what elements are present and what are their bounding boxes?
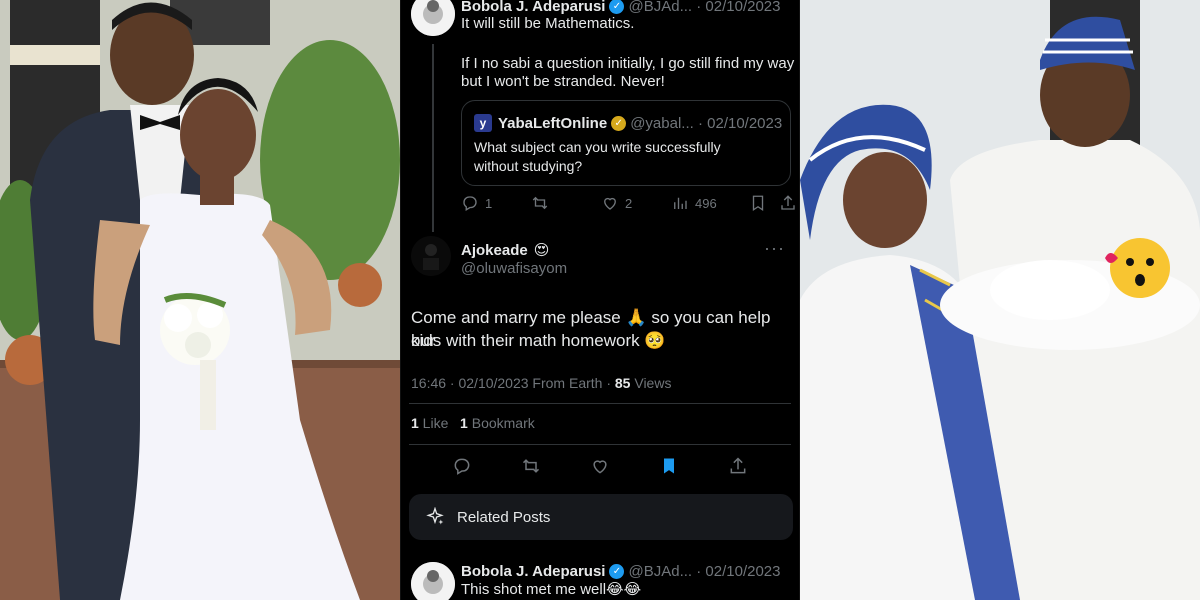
share-icon[interactable]	[728, 456, 748, 476]
retweet-button[interactable]	[531, 194, 601, 212]
verified-gold-icon: ✓	[611, 115, 627, 131]
reply-view-count: 85	[614, 375, 631, 391]
reply-timestamp[interactable]: 16:46 · 02/10/2023 From Earth ·	[411, 375, 615, 391]
likes-stat[interactable]: 1 Like	[411, 415, 448, 431]
yaba-logo-icon: y	[474, 114, 492, 132]
quote-author-handle[interactable]: @yabal...	[630, 115, 694, 132]
quote-date[interactable]: 02/10/2023	[707, 115, 782, 132]
author-name[interactable]: Bobola J. Adeparusi	[461, 0, 605, 15]
likes-stat-label: Like	[418, 415, 449, 431]
retweet-icon	[532, 196, 548, 210]
views-button[interactable]: 496	[671, 194, 749, 212]
bookmark-icon-active[interactable]	[659, 456, 679, 476]
author-avatar[interactable]	[411, 0, 455, 36]
heart-eyes-emoji: 😍	[533, 242, 550, 259]
related-posts-button[interactable]: Related Posts	[409, 494, 793, 540]
quote-author-name[interactable]: YabaLeftOnline	[498, 115, 607, 132]
family-photo	[800, 0, 1200, 600]
author-handle-bottom[interactable]: @BJAd...	[628, 563, 692, 580]
reply-meta: 16:46 · 02/10/2023 From Earth · 85 Views	[411, 375, 671, 391]
tweet-text-bottom: This shot met me well😂😂	[461, 581, 642, 598]
tweet-date-bottom[interactable]: 02/10/2023	[705, 563, 780, 580]
tweet-date[interactable]: 02/10/2023	[705, 0, 780, 15]
share-button[interactable]	[779, 194, 799, 212]
reply-actions	[401, 454, 799, 478]
divider	[409, 444, 791, 445]
related-posts-label: Related Posts	[457, 508, 551, 526]
reply-header: Ajokeade 😍	[461, 240, 799, 260]
quote-text-line-1: What subject can you write successfully	[474, 139, 721, 155]
tweet-text-line-3: but I won't be stranded. Never!	[461, 73, 665, 90]
views-count: 496	[695, 195, 717, 211]
likes-stat-count: 1	[411, 415, 419, 431]
bookmarks-stat-count: 1	[460, 415, 468, 431]
like-icon	[604, 197, 616, 210]
sparkle-icon	[426, 507, 444, 525]
author-avatar-bottom[interactable]	[411, 562, 455, 600]
reply-icon[interactable]	[452, 456, 472, 476]
views-icon	[674, 197, 687, 209]
like-icon[interactable]	[590, 456, 610, 476]
like-button[interactable]: 2	[601, 194, 671, 212]
tweet-actions: 1 2 496	[461, 192, 799, 214]
quoted-tweet-card[interactable]: y YabaLeftOnline ✓ @yabal... · 02/10/202…	[461, 100, 791, 186]
tweet-thread-panel: Bobola J. Adeparusi ✓ @BJAd... · 02/10/2…	[400, 0, 800, 600]
share-icon	[781, 195, 795, 210]
divider	[409, 403, 791, 404]
retweet-icon[interactable]	[521, 456, 541, 476]
reply-author-handle[interactable]: @oluwafisayom	[461, 260, 567, 277]
author-name-bottom[interactable]: Bobola J. Adeparusi	[461, 563, 605, 580]
thread-line	[432, 44, 434, 232]
reply-author-name[interactable]: Ajokeade	[461, 242, 528, 259]
tweet-text-line-1: It will still be Mathematics.	[461, 15, 635, 32]
engagement-stats: 1 Like 1 Bookmark	[411, 415, 535, 431]
wedding-photo-illustration	[0, 0, 400, 600]
reply-text-line-2: kids with their math homework 🥺	[411, 331, 666, 350]
bookmark-icon	[752, 195, 764, 212]
verified-icon: ✓	[609, 0, 625, 14]
quote-header: y YabaLeftOnline ✓ @yabal... · 02/10/202…	[474, 113, 790, 133]
like-count: 2	[625, 195, 633, 211]
verified-icon: ✓	[609, 563, 625, 579]
tweet-header-bottom: Bobola J. Adeparusi ✓ @BJAd... · 02/10/2…	[461, 562, 781, 580]
quote-text-line-2: without studying?	[474, 158, 583, 174]
author-handle[interactable]: @BJAd...	[628, 0, 692, 15]
tweet-text-line-2: If I no sabi a question initially, I go …	[461, 55, 795, 72]
wedding-photo	[0, 0, 400, 600]
reply-count: 1	[485, 195, 493, 211]
reply-views-label: Views	[630, 375, 672, 391]
family-photo-illustration	[800, 0, 1200, 600]
bookmarks-stat-label: Bookmark	[471, 415, 535, 431]
reply-avatar[interactable]	[411, 236, 451, 276]
reply-icon	[463, 196, 477, 211]
bookmark-button[interactable]	[749, 194, 779, 212]
reply-button[interactable]: 1	[461, 194, 531, 212]
bookmarks-stat[interactable]: 1 Bookmark	[460, 415, 535, 431]
